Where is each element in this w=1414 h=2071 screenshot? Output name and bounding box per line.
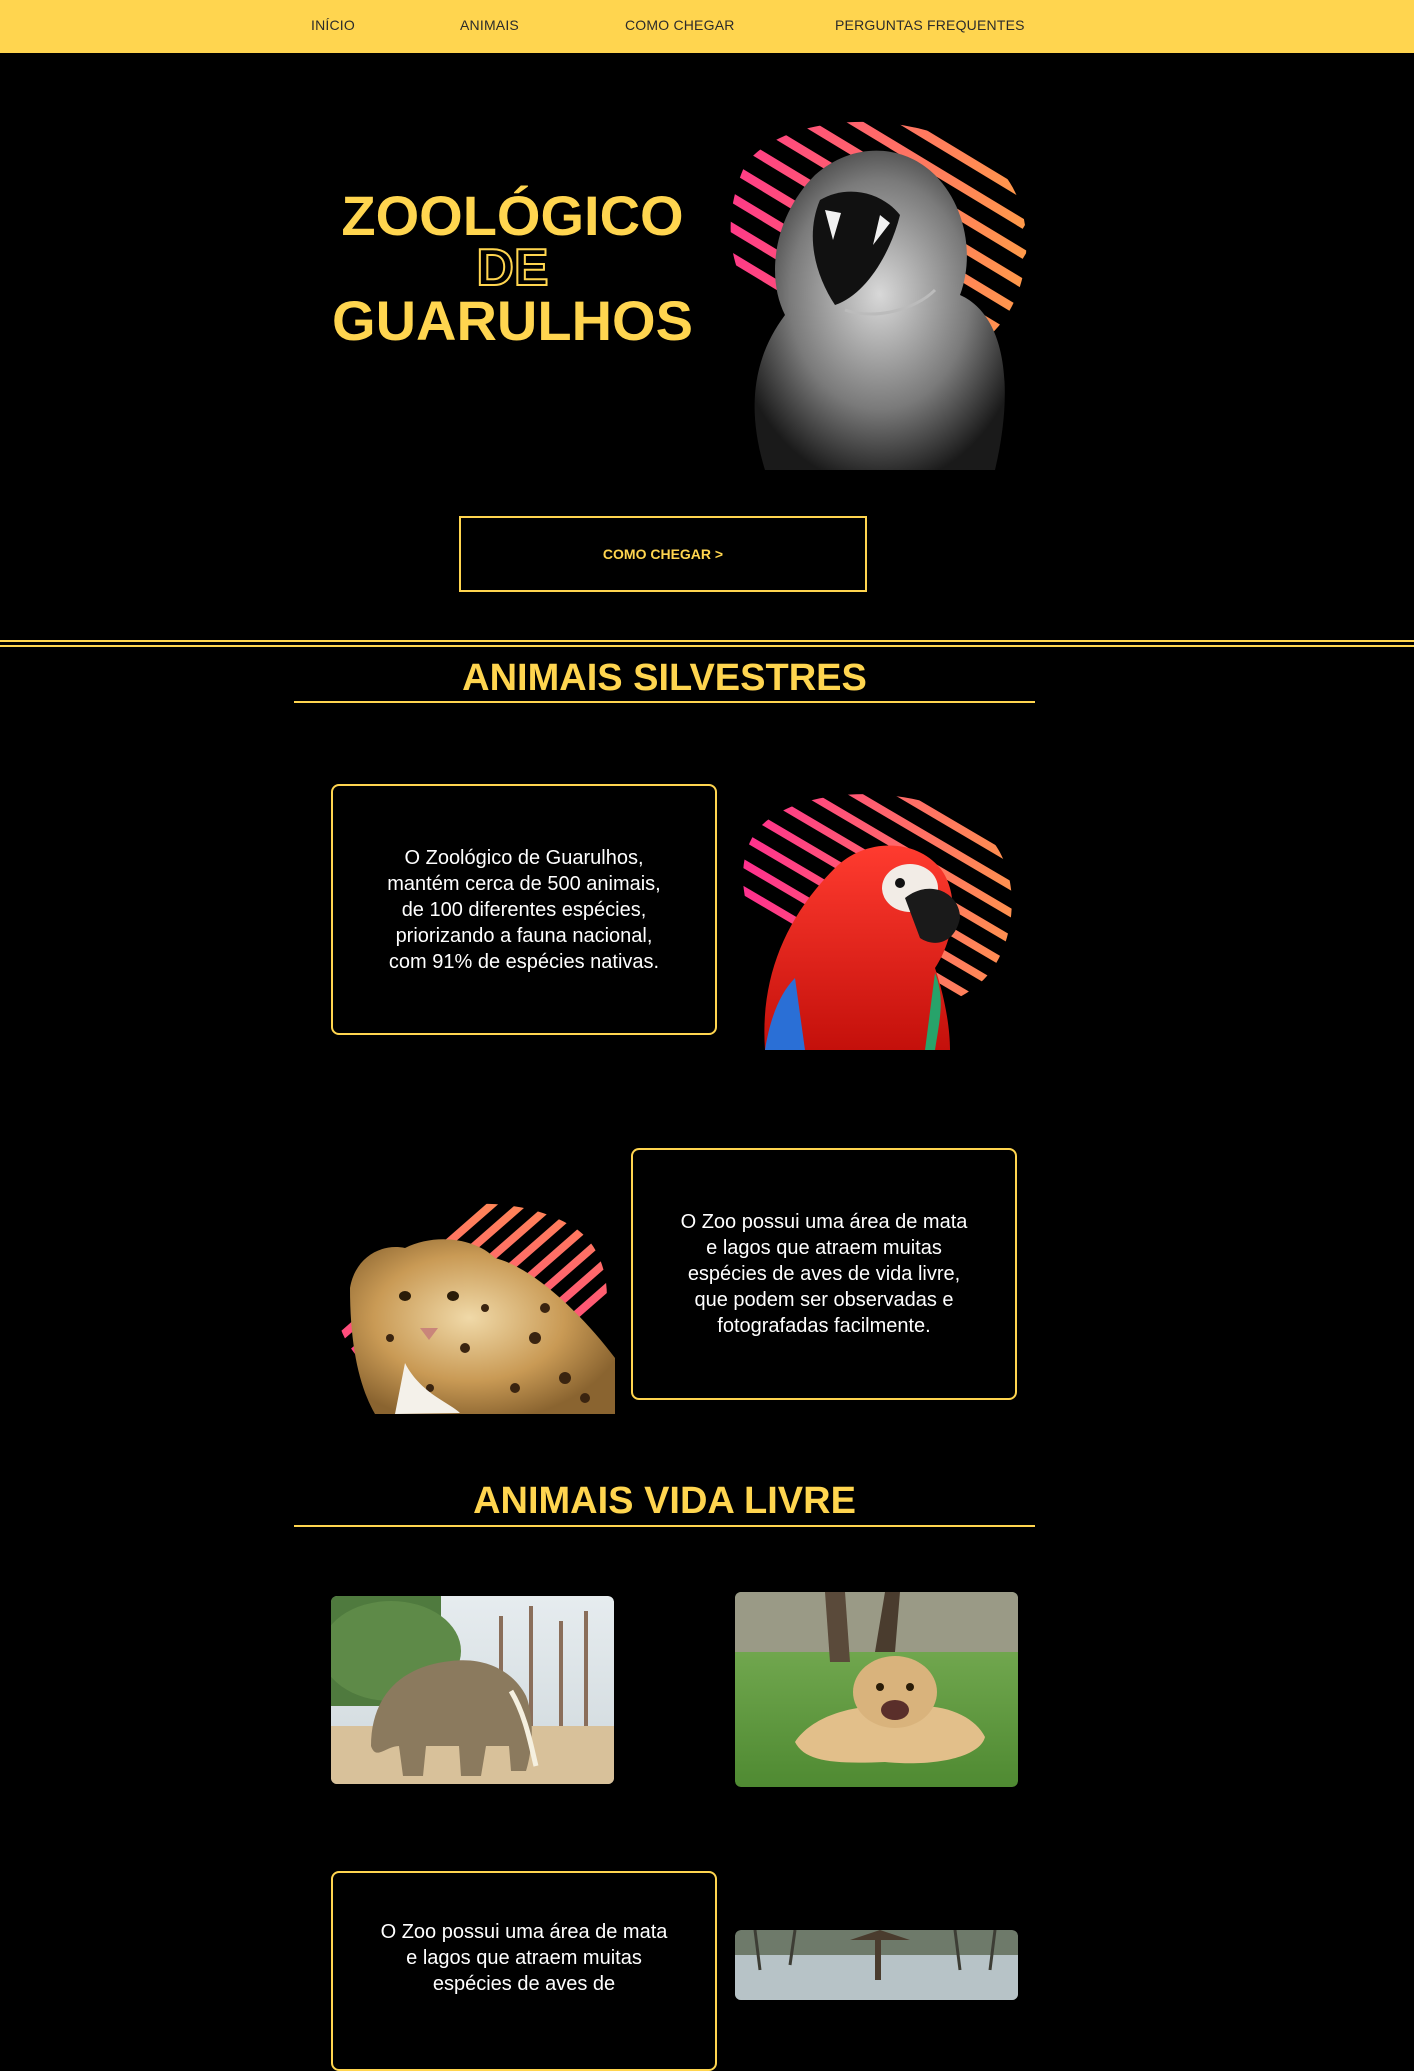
info-card-fauna: O Zoológico de Guarulhos, mantém cerca d… — [331, 784, 717, 1035]
hero-title-line-3: GUARULHOS — [332, 289, 693, 353]
section-title-underline — [294, 1525, 1035, 1527]
hero-title-line-1: ZOOLÓGICO — [341, 184, 684, 247]
lake-photo — [735, 1930, 1018, 2000]
nav-item-como-chegar[interactable]: COMO CHEGAR — [625, 17, 735, 33]
tiger-image — [730, 121, 1027, 470]
section-divider-top — [0, 640, 1414, 642]
hero-title: ZOOLÓGICO DE GUARULHOS — [325, 188, 700, 349]
top-navigation-bar: INÍCIO ANIMAIS COMO CHEGAR PERGUNTAS FRE… — [0, 0, 1414, 53]
info-card-aves-2: O Zoo possui uma área de mata e lagos qu… — [331, 1871, 717, 2071]
jaguar-image — [336, 1203, 615, 1414]
section-title-vida-livre: ANIMAIS VIDA LIVRE — [473, 1480, 856, 1522]
section-title-underline — [294, 701, 1035, 703]
section-title-silvestres: ANIMAIS SILVESTRES — [462, 657, 867, 699]
info-card-text: O Zoo possui uma área de mata e lagos qu… — [380, 1921, 668, 1995]
info-card-text: O Zoológico de Guarulhos, mantém cerca d… — [387, 846, 661, 973]
hero-title-line-2: DE — [475, 239, 549, 297]
section-divider-bottom — [0, 645, 1414, 647]
elephant-photo — [331, 1596, 614, 1784]
info-card-aves: O Zoo possui uma área de mata e lagos qu… — [631, 1148, 1017, 1400]
nav-item-animais[interactable]: ANIMAIS — [460, 17, 519, 33]
lion-cub-photo — [735, 1592, 1018, 1787]
nav-item-perguntas-frequentes[interactable]: PERGUNTAS FREQUENTES — [835, 17, 1025, 33]
nav-item-inicio[interactable]: INÍCIO — [311, 17, 355, 33]
como-chegar-button[interactable]: COMO CHEGAR > — [459, 516, 867, 592]
info-card-text: O Zoo possui uma área de mata e lagos qu… — [680, 1211, 968, 1337]
macaw-image — [743, 794, 1012, 1050]
